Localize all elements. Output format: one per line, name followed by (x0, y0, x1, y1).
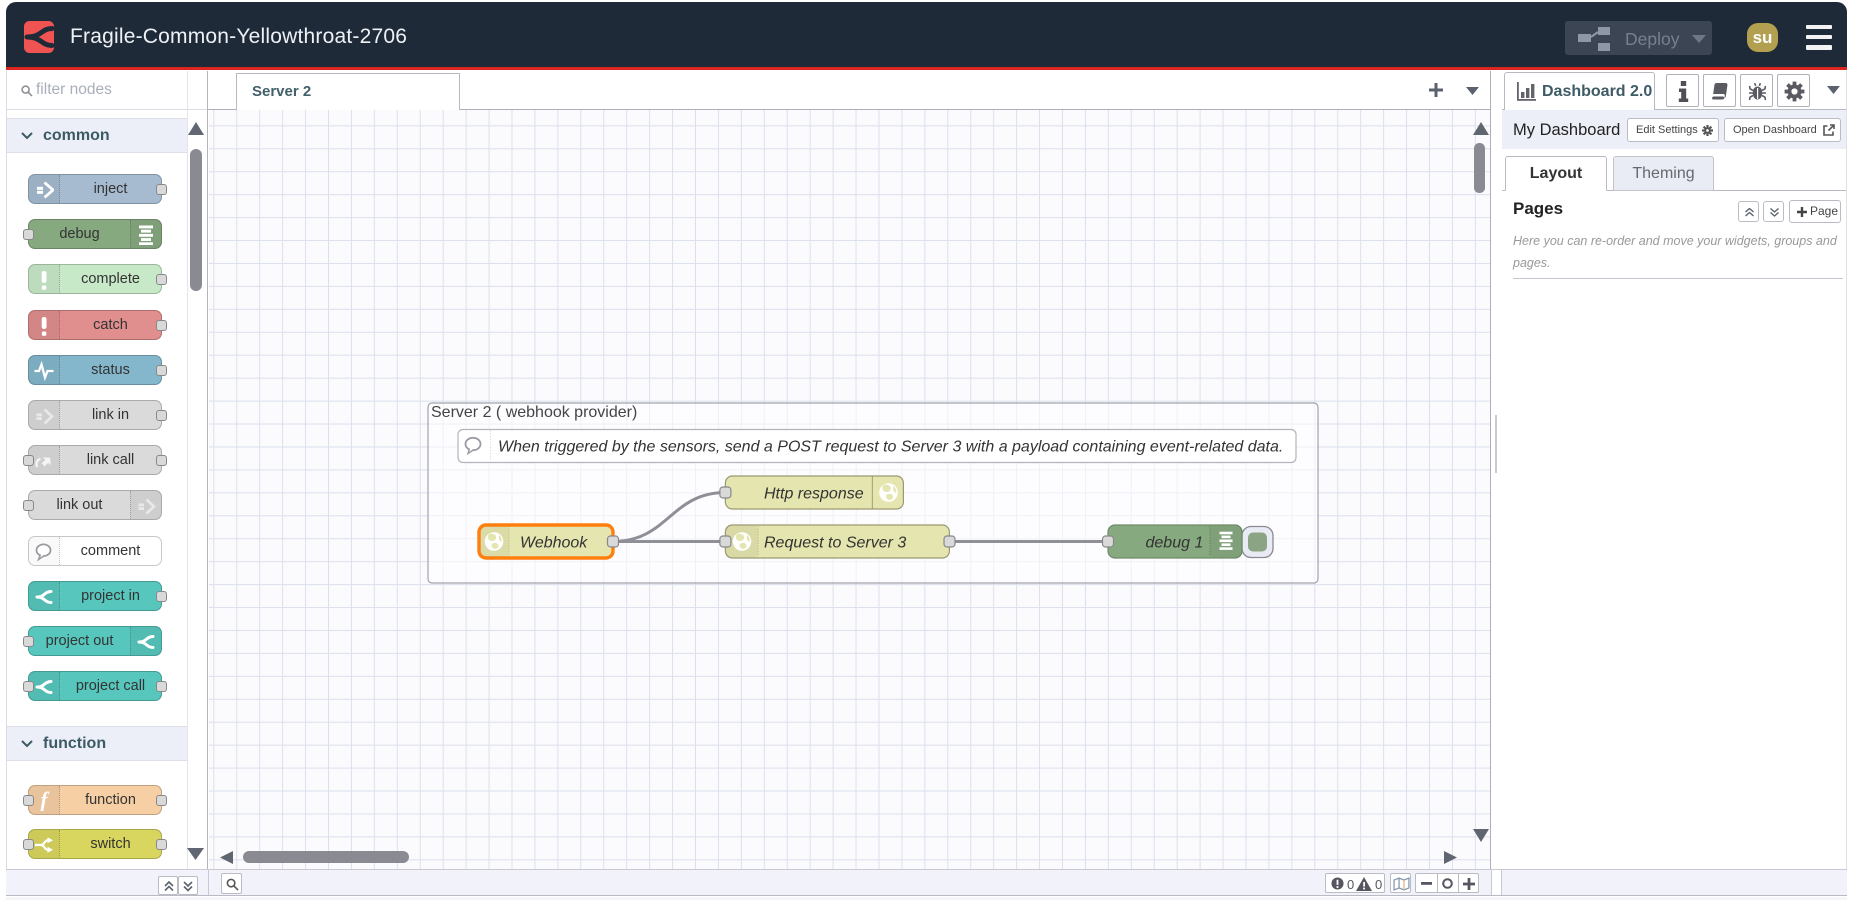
svg-text:When triggered by the sensors,: When triggered by the sensors, send a PO… (498, 439, 1283, 456)
svg-text:Request to Server 3: Request to Server 3 (764, 535, 906, 552)
svg-text:Webhook: Webhook (520, 535, 588, 552)
svg-text:Server 2 ( webhook provider): Server 2 ( webhook provider) (431, 404, 637, 421)
svg-text:debug 1: debug 1 (1146, 535, 1204, 552)
svg-text:Http response: Http response (764, 486, 864, 503)
